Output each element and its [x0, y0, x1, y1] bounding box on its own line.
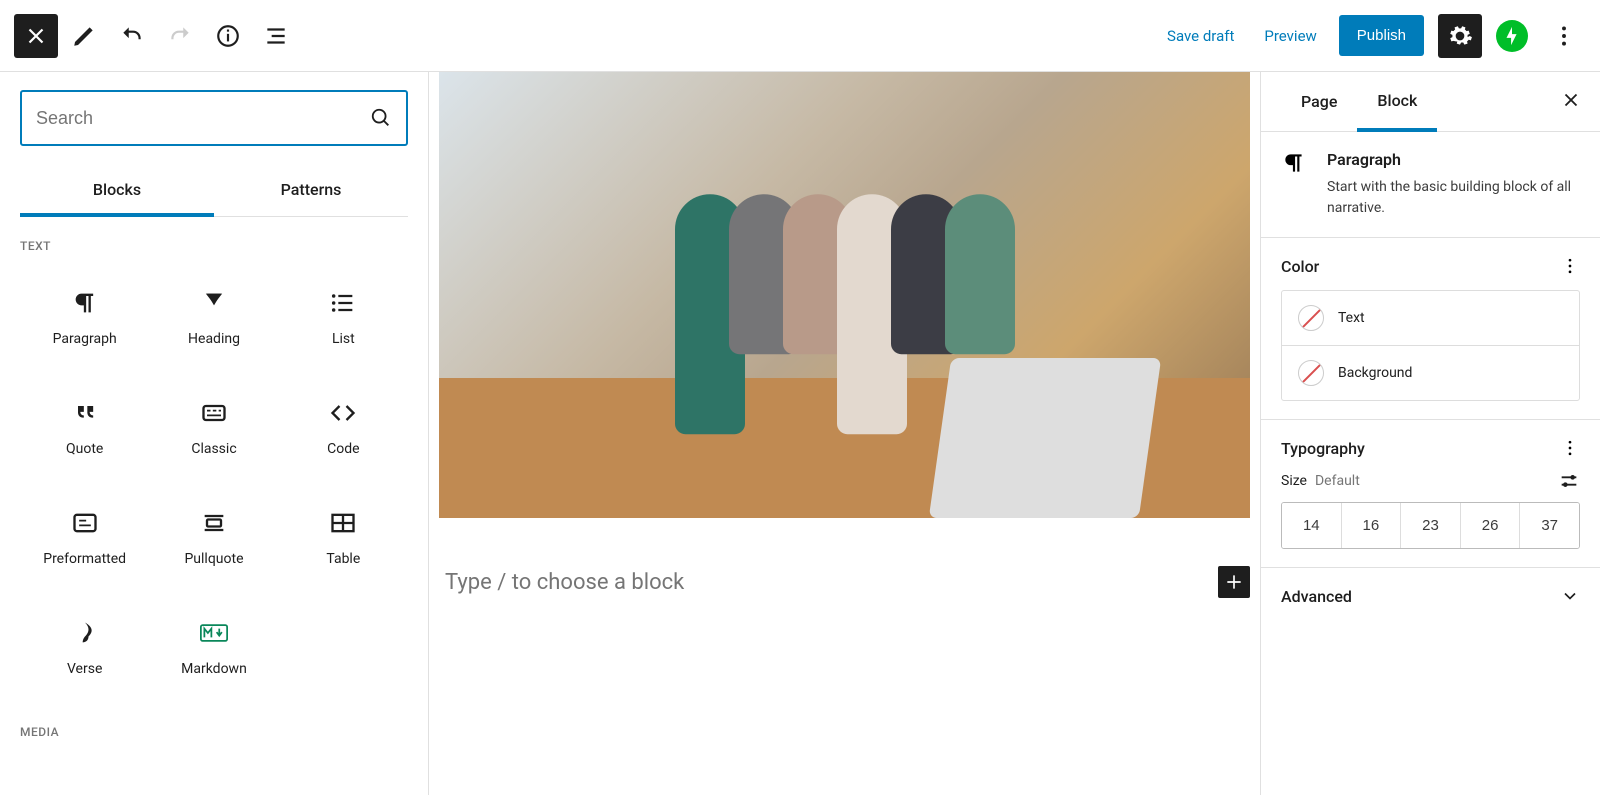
block-classic[interactable]: Classic: [149, 373, 278, 483]
font-size-option[interactable]: 14: [1282, 503, 1342, 548]
jetpack-button[interactable]: [1496, 20, 1528, 52]
font-size-option[interactable]: 16: [1342, 503, 1402, 548]
code-icon: [329, 399, 357, 427]
section-media-heading: MEDIA: [20, 725, 408, 739]
block-type-name: Paragraph: [1327, 150, 1580, 169]
list-icon: [329, 289, 357, 317]
block-type-description: Start with the basic building block of a…: [1327, 177, 1580, 219]
size-value: Default: [1315, 473, 1360, 489]
size-label: Size: [1281, 473, 1307, 489]
quote-icon: [71, 399, 99, 427]
block-quote[interactable]: Quote: [20, 373, 149, 483]
section-text-heading: TEXT: [20, 239, 408, 253]
font-size-options: 14 16 23 26 37: [1281, 502, 1580, 549]
redo-icon: [167, 23, 193, 49]
kebab-icon[interactable]: [1560, 256, 1580, 276]
block-verse[interactable]: Verse: [20, 593, 149, 703]
close-editor-button[interactable]: [14, 14, 58, 58]
toolbar-left: [14, 14, 298, 58]
advanced-panel-title: Advanced: [1281, 587, 1352, 606]
featured-image-block[interactable]: [439, 72, 1250, 518]
pullquote-icon: [200, 509, 228, 537]
heading-icon: [200, 289, 228, 317]
typography-panel: Typography Size Default 14 16 23 26 37: [1261, 420, 1600, 568]
pencil-icon: [71, 23, 97, 49]
font-size-option[interactable]: 26: [1461, 503, 1521, 548]
sliders-icon[interactable]: [1558, 470, 1580, 492]
add-block-button[interactable]: [1218, 566, 1250, 598]
publish-button[interactable]: Publish: [1339, 15, 1424, 56]
settings-sidebar: Page Block Paragraph Start with the basi…: [1260, 72, 1600, 795]
toolbar-right: Save draft Preview Publish: [1159, 14, 1586, 58]
advanced-panel[interactable]: Advanced: [1261, 568, 1600, 624]
paragraph-icon: [71, 289, 99, 317]
color-text-row[interactable]: Text: [1282, 291, 1579, 345]
block-type-panel: Paragraph Start with the basic building …: [1261, 132, 1600, 238]
search-input[interactable]: [36, 108, 370, 129]
save-draft-button[interactable]: Save draft: [1159, 21, 1242, 51]
block-preformatted[interactable]: Preformatted: [20, 483, 149, 593]
search-icon: [370, 107, 392, 129]
close-icon: [1560, 89, 1582, 111]
font-size-option[interactable]: 37: [1520, 503, 1579, 548]
block-table[interactable]: Table: [279, 483, 408, 593]
tab-patterns[interactable]: Patterns: [214, 166, 408, 216]
color-swatch-none-icon: [1298, 305, 1324, 331]
preformatted-icon: [71, 509, 99, 537]
block-list[interactable]: List: [279, 263, 408, 373]
redo-button[interactable]: [158, 14, 202, 58]
settings-button[interactable]: [1438, 14, 1482, 58]
tab-blocks[interactable]: Blocks: [20, 166, 214, 217]
paragraph-placeholder: Type / to choose a block: [439, 570, 1218, 595]
block-markdown[interactable]: Markdown: [149, 593, 278, 703]
jetpack-icon: [1501, 25, 1523, 47]
editor-top-bar: Save draft Preview Publish: [0, 0, 1600, 72]
preview-button[interactable]: Preview: [1256, 21, 1324, 51]
block-code[interactable]: Code: [279, 373, 408, 483]
typography-panel-title: Typography: [1281, 439, 1365, 458]
undo-icon: [119, 23, 145, 49]
classic-icon: [200, 399, 228, 427]
color-panel-title: Color: [1281, 257, 1319, 276]
info-icon: [215, 23, 241, 49]
editor-canvas: Type / to choose a block: [429, 72, 1260, 795]
plus-icon: [1224, 572, 1244, 592]
more-options-button[interactable]: [1542, 14, 1586, 58]
paragraph-icon: [1281, 150, 1307, 176]
document-outline-button[interactable]: [254, 14, 298, 58]
block-grid: Paragraph Heading List Quote Classic Cod…: [20, 263, 408, 703]
inserter-tabs: Blocks Patterns: [20, 166, 408, 217]
edit-tool-button[interactable]: [62, 14, 106, 58]
color-background-row[interactable]: Background: [1282, 345, 1579, 400]
info-button[interactable]: [206, 14, 250, 58]
kebab-icon[interactable]: [1560, 438, 1580, 458]
block-paragraph[interactable]: Paragraph: [20, 263, 149, 373]
gear-icon: [1447, 23, 1473, 49]
block-search[interactable]: [20, 90, 408, 146]
color-panel: Color Text Background: [1261, 238, 1600, 420]
block-inserter-panel: Blocks Patterns TEXT Paragraph Heading L…: [0, 72, 429, 795]
chevron-down-icon: [1560, 586, 1580, 606]
close-icon: [23, 23, 49, 49]
sidebar-tabs: Page Block: [1261, 72, 1600, 132]
outline-icon: [263, 23, 289, 49]
markdown-icon: [200, 619, 228, 647]
tab-block[interactable]: Block: [1357, 73, 1437, 132]
undo-button[interactable]: [110, 14, 154, 58]
empty-paragraph-block[interactable]: Type / to choose a block: [439, 566, 1250, 598]
kebab-icon: [1551, 23, 1577, 49]
block-heading[interactable]: Heading: [149, 263, 278, 373]
verse-icon: [71, 619, 99, 647]
color-swatch-none-icon: [1298, 360, 1324, 386]
block-pullquote[interactable]: Pullquote: [149, 483, 278, 593]
font-size-option[interactable]: 23: [1401, 503, 1461, 548]
tab-page[interactable]: Page: [1281, 74, 1357, 129]
close-sidebar-button[interactable]: [1550, 79, 1592, 125]
table-icon: [329, 509, 357, 537]
